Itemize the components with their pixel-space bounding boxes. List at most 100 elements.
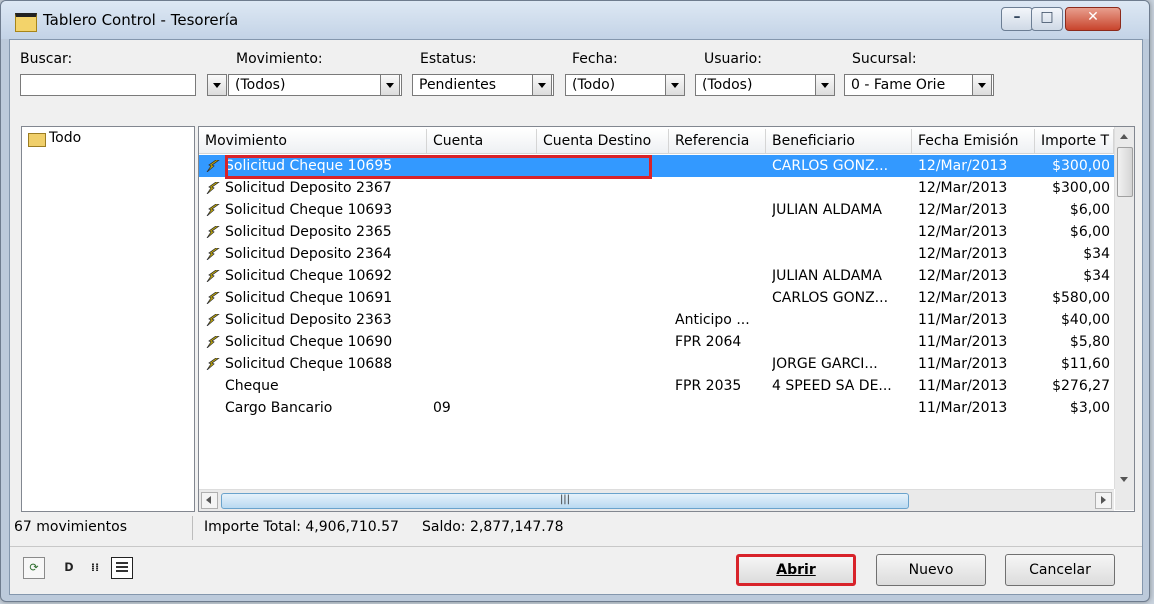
column-header[interactable]: Referencia — [669, 129, 766, 153]
usuario-label: Usuario: — [704, 51, 762, 67]
cuenta-destino-cell — [543, 287, 667, 309]
fecha-cell: 12/Mar/2013 — [918, 290, 1008, 306]
scroll-down-icon[interactable] — [1115, 471, 1134, 489]
table-row[interactable]: Solicitud Cheque 10695 CARLOS GONZ... 12/M… — [199, 155, 1114, 179]
buscar-dropdown-button[interactable] — [207, 74, 227, 96]
movement-count: 67 movimientos — [14, 519, 128, 535]
usuario-dropdown-button[interactable] — [815, 74, 835, 96]
fecha-cell: 12/Mar/2013 — [918, 246, 1008, 262]
scroll-right-icon[interactable] — [1095, 492, 1112, 509]
table-row[interactable]: Solicitud Cheque 10688 JORGE GARCI... 11/M… — [199, 353, 1114, 375]
tree-root-label: Todo — [49, 130, 82, 146]
movimiento-dropdown-button[interactable] — [380, 74, 400, 96]
referencia-cell — [675, 177, 764, 199]
minimize-button[interactable]: – — [1001, 7, 1033, 31]
movimiento-select[interactable]: (Todos) — [228, 74, 402, 96]
table-row[interactable]: Cargo Bancario 09 11/Mar/2013 $3,00 — [199, 397, 1114, 419]
minimize-icon: – — [1013, 9, 1021, 25]
referencia-cell: Anticipo ... — [675, 312, 750, 328]
beneficiario-cell: CARLOS GONZ... — [772, 158, 889, 174]
column-header[interactable]: Beneficiario — [766, 129, 912, 153]
close-button[interactable]: ✕ — [1065, 7, 1121, 31]
fecha-cell: 12/Mar/2013 — [918, 202, 1008, 218]
lightning-icon — [206, 204, 220, 216]
vertical-scroll-thumb[interactable] — [1117, 147, 1133, 197]
grid-view-icon[interactable] — [111, 557, 133, 579]
column-header[interactable]: Cuenta Destino — [537, 129, 669, 153]
cuenta-cell — [433, 243, 535, 265]
estatus-dropdown-button[interactable] — [532, 74, 552, 96]
movimiento-cell: Solicitud Deposito 2367 — [225, 180, 392, 196]
importe-cell: $34 — [1083, 246, 1110, 262]
movimiento-cell: Cheque — [225, 378, 279, 394]
maximize-button[interactable]: □ — [1031, 7, 1063, 31]
tree-pane: Todo — [21, 126, 195, 512]
title-bar[interactable]: Tablero Control - Tesorería – □ ✕ — [1, 1, 1149, 39]
cuenta-cell — [433, 353, 535, 375]
importe-cell: $300,00 — [1052, 158, 1110, 174]
table-row[interactable]: Solicitud Cheque 10691 CARLOS GONZ... 12/M… — [199, 287, 1114, 309]
nuevo-button[interactable]: Nuevo — [876, 554, 986, 586]
table-row[interactable]: Cheque FPR 2035 4 SPEED SA DE... 11/Mar/201… — [199, 375, 1114, 397]
list-view-icon[interactable]: ⁞⁞ — [84, 557, 106, 579]
column-header[interactable]: Movimiento — [199, 129, 427, 153]
tree-root-item[interactable]: Todo — [22, 127, 192, 149]
cuenta-destino-cell — [543, 243, 667, 265]
cuenta-cell — [433, 265, 535, 287]
column-header[interactable]: Fecha Emisión — [912, 129, 1035, 153]
lightning-icon — [206, 292, 220, 304]
usuario-select[interactable]: (Todos) — [695, 74, 835, 96]
column-header[interactable]: Importe T — [1035, 129, 1114, 153]
table-row[interactable]: Solicitud Cheque 10692 JULIAN ALDAMA 12/Ma… — [199, 265, 1114, 287]
referencia-cell — [675, 199, 764, 221]
lightning-icon — [206, 226, 220, 238]
refresh-icon[interactable]: ⟳ — [23, 557, 45, 579]
cancelar-button[interactable]: Cancelar — [1005, 554, 1115, 586]
beneficiario-cell: JORGE GARCI... — [772, 356, 878, 372]
beneficiario-cell — [772, 397, 910, 419]
detail-view-icon[interactable]: ᗞ — [58, 557, 80, 579]
buscar-input[interactable] — [20, 74, 196, 96]
cuenta-cell — [433, 177, 535, 199]
table-row[interactable] — [199, 419, 1114, 425]
cuenta-destino-cell — [543, 309, 667, 331]
cuenta-destino-cell — [543, 177, 667, 199]
scroll-left-icon[interactable] — [201, 492, 218, 509]
table-row[interactable]: Solicitud Deposito 2365 12/Mar/2013 $6,00 — [199, 221, 1114, 243]
table-row[interactable]: Solicitud Deposito 2364 12/Mar/2013 $34 — [199, 243, 1114, 265]
cuenta-destino-cell — [543, 397, 667, 419]
cuenta-cell — [433, 375, 535, 397]
usuario-value: (Todos) — [702, 77, 753, 93]
table-row[interactable]: Solicitud Cheque 10690 FPR 2064 11/Mar/201… — [199, 331, 1114, 353]
fecha-dropdown-button[interactable] — [665, 74, 685, 96]
column-header[interactable]: Cuenta — [427, 129, 537, 153]
saldo: Saldo: 2,877,147.78 — [422, 519, 564, 535]
importe-cell: $11,60 — [1061, 356, 1110, 372]
table-row[interactable]: Solicitud Deposito 2363 Anticipo ... 11/Ma… — [199, 309, 1114, 331]
vertical-scrollbar[interactable] — [1114, 127, 1134, 489]
horizontal-scroll-thumb[interactable]: ||| — [221, 493, 909, 509]
lightning-icon — [206, 270, 220, 282]
abrir-button[interactable]: Abrir — [736, 554, 856, 586]
movimiento-label: Movimiento: — [236, 51, 323, 67]
horizontal-scrollbar[interactable]: ||| — [199, 489, 1114, 511]
referencia-cell — [675, 265, 764, 287]
cuenta-destino-cell — [543, 375, 667, 397]
sucursal-dropdown-button[interactable] — [972, 74, 992, 96]
cuenta-destino-cell — [543, 265, 667, 287]
table-row[interactable]: Solicitud Deposito 2367 12/Mar/2013 $300,0… — [199, 177, 1114, 199]
lightning-icon — [206, 248, 220, 260]
referencia-cell — [675, 155, 764, 177]
referencia-cell — [675, 243, 764, 265]
movimiento-cell: Solicitud Cheque 10690 — [225, 334, 393, 350]
table-row[interactable]: Solicitud Cheque 10693 JULIAN ALDAMA 12/Ma… — [199, 199, 1114, 221]
status-divider — [192, 516, 193, 540]
client-area: Buscar: Movimiento: Estatus: Fecha: Usua… — [9, 39, 1143, 595]
importe-cell: $300,00 — [1052, 180, 1110, 196]
scroll-up-icon[interactable] — [1115, 127, 1134, 145]
window-title: Tablero Control - Tesorería — [43, 11, 239, 29]
lightning-icon — [206, 182, 220, 194]
lightning-icon — [206, 314, 220, 326]
cuenta-destino-cell — [543, 331, 667, 353]
abrir-label: Abrir — [776, 562, 816, 578]
